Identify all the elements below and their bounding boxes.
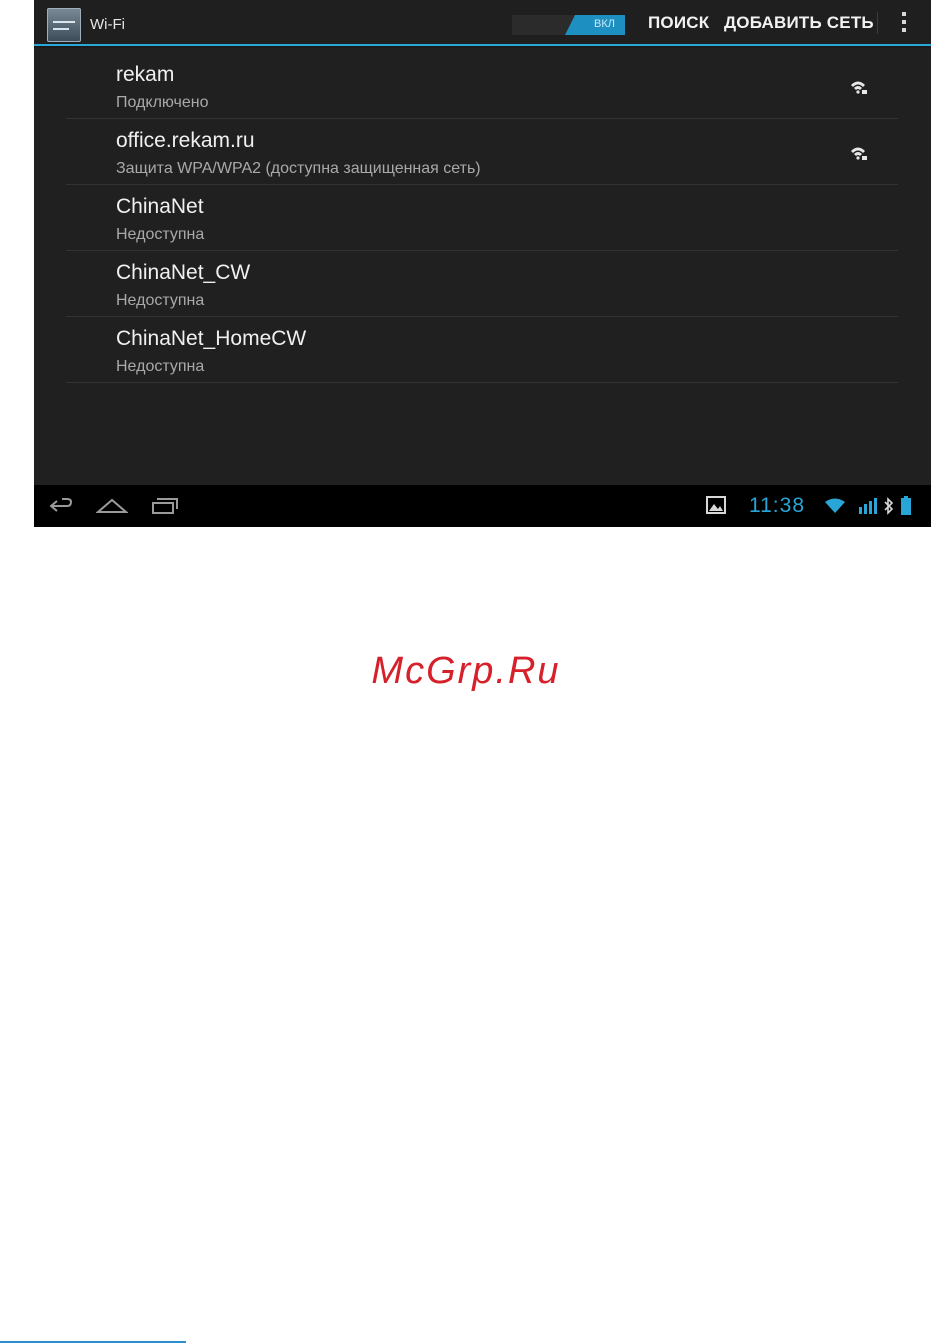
network-name: office.rekam.ru [116, 129, 255, 152]
network-name: ChinaNet_CW [116, 261, 251, 284]
overflow-menu-icon[interactable] [898, 12, 910, 36]
network-name: rekam [116, 63, 175, 86]
system-bar: 11:38 [34, 485, 931, 527]
gallery-notification-icon[interactable] [706, 496, 726, 514]
network-item-chinanet-homecw[interactable]: ChinaNet_HomeCW Недоступна [66, 317, 898, 383]
wifi-signal-lock-icon [851, 81, 867, 94]
footer-line [0, 1341, 186, 1343]
clock: 11:38 [749, 494, 805, 517]
network-status: Защита WPA/WPA2 (доступна защищенная сет… [116, 160, 481, 177]
network-status: Недоступна [116, 358, 205, 375]
toggle-label: ВКЛ [594, 18, 615, 30]
tablet-screen: Wi-Fi ВКЛ ПОИСК ДОБАВИТЬ СЕТЬ rekam Подк… [34, 0, 931, 527]
action-bar: Wi-Fi ВКЛ ПОИСК ДОБАВИТЬ СЕТЬ [34, 0, 931, 46]
search-button[interactable]: ПОИСК [648, 13, 709, 33]
wifi-toggle[interactable]: ВКЛ [512, 15, 625, 35]
network-item-chinanet-cw[interactable]: ChinaNet_CW Недоступна [66, 251, 898, 317]
network-status: Подключено [116, 94, 209, 111]
network-status: Недоступна [116, 226, 205, 243]
network-item-chinanet[interactable]: ChinaNet Недоступна [66, 185, 898, 251]
add-network-button[interactable]: ДОБАВИТЬ СЕТЬ [724, 13, 874, 33]
network-status: Недоступна [116, 292, 205, 309]
wifi-settings-icon[interactable] [47, 8, 81, 42]
network-item-office[interactable]: office.rekam.ru Защита WPA/WPA2 (доступн… [66, 119, 898, 185]
network-name: ChinaNet_HomeCW [116, 327, 307, 350]
bluetooth-icon [884, 497, 894, 515]
network-list: rekam Подключено office.rekam.ru Защита … [66, 53, 898, 383]
network-name: ChinaNet [116, 195, 204, 218]
divider [877, 12, 878, 34]
home-icon[interactable] [96, 496, 128, 516]
wifi-signal-lock-icon [851, 147, 867, 160]
network-list-panel: rekam Подключено office.rekam.ru Защита … [34, 48, 931, 485]
recent-apps-icon[interactable] [150, 496, 180, 516]
back-icon[interactable] [48, 496, 74, 516]
battery-icon [901, 496, 911, 515]
page-title: Wi-Fi [90, 16, 125, 33]
watermark: McGrp.Ru [371, 650, 561, 692]
cell-signal-icon [859, 498, 877, 514]
wifi-icon [825, 498, 845, 513]
network-item-rekam[interactable]: rekam Подключено [66, 53, 898, 119]
